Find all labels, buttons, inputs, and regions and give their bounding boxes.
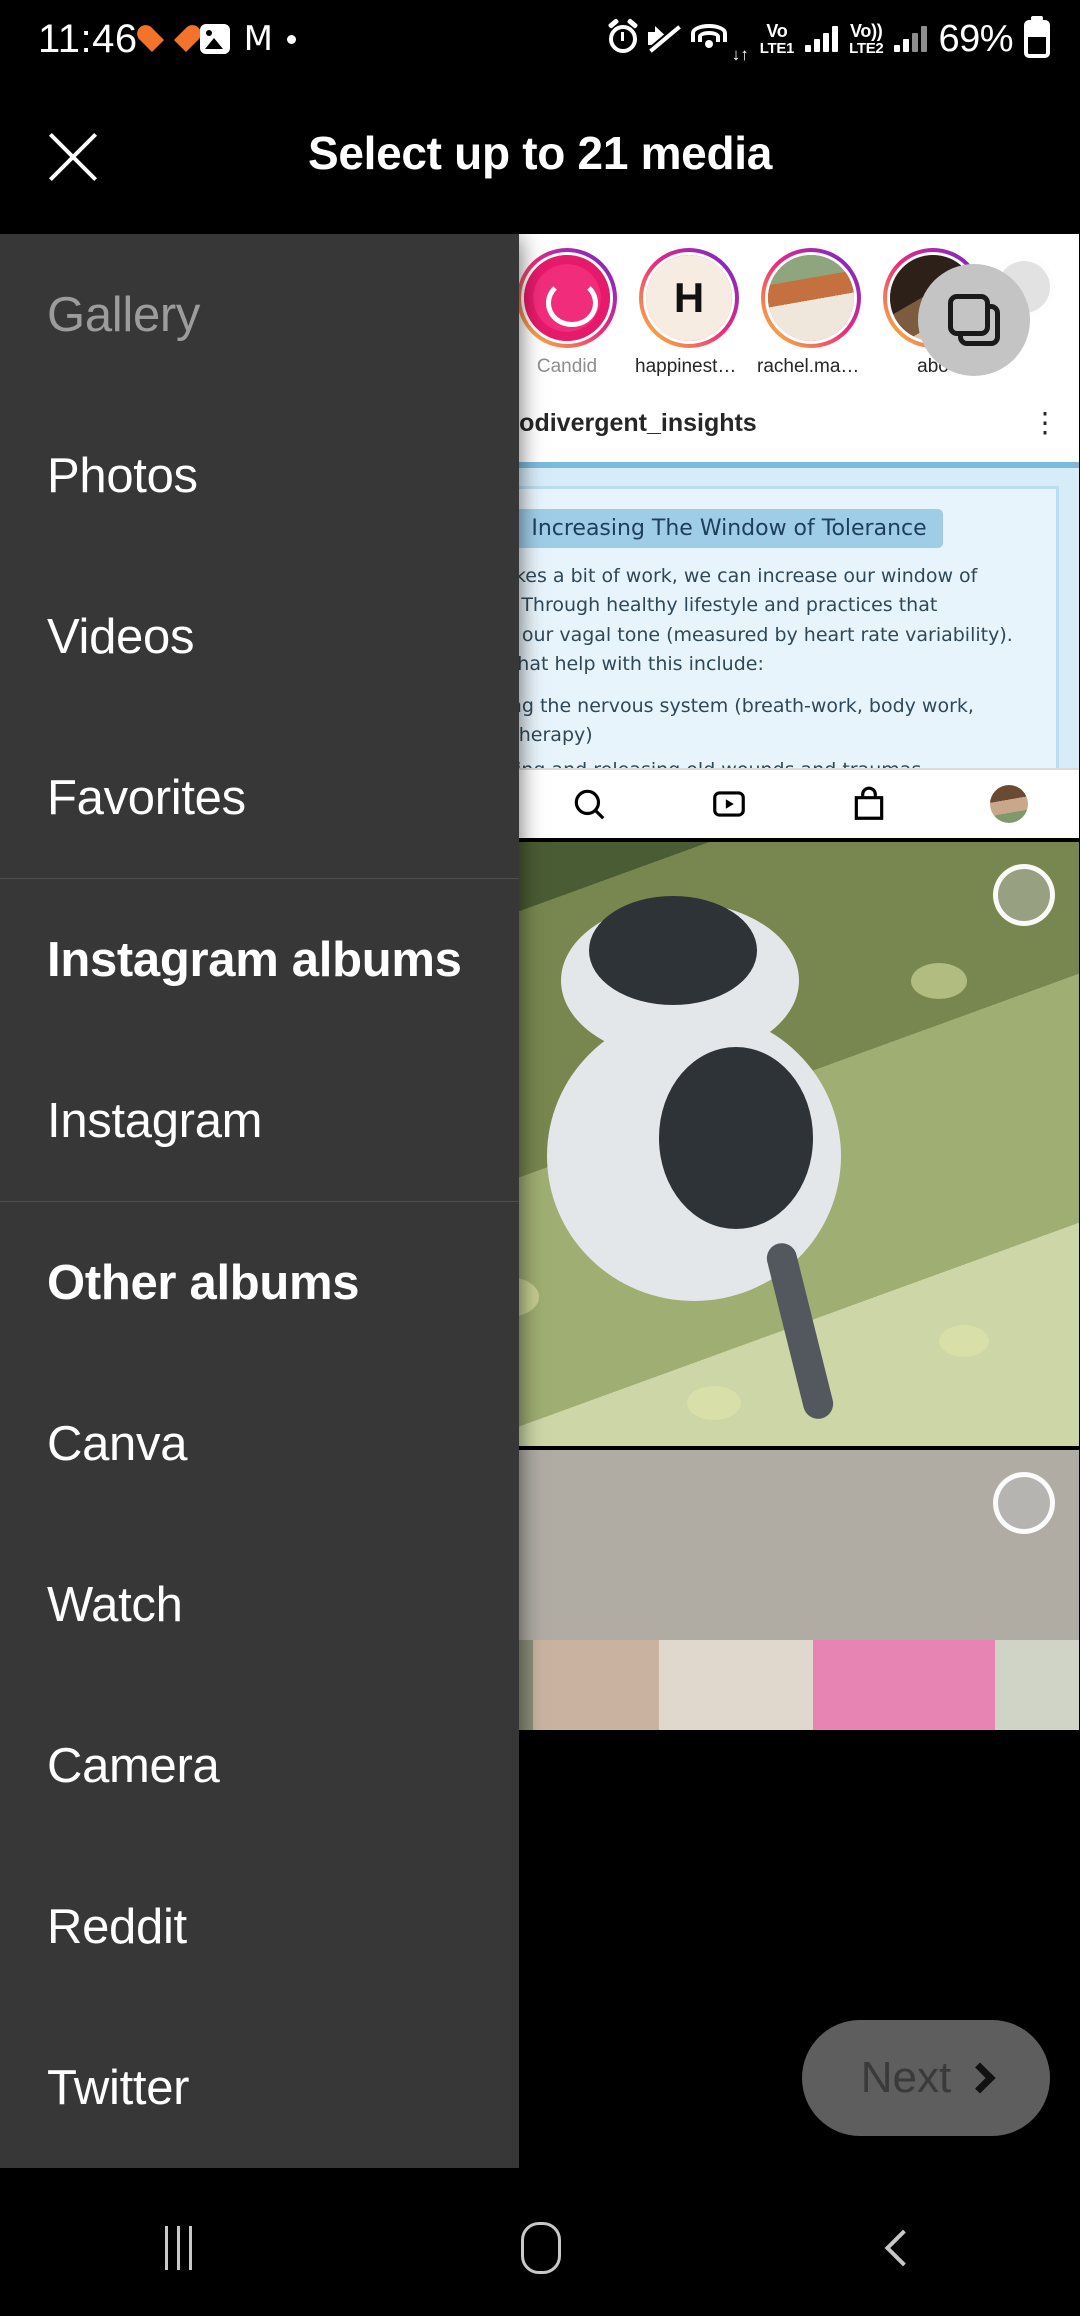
story-label: Candid — [536, 356, 598, 377]
menu-item-gallery[interactable]: Gallery — [0, 234, 519, 395]
network2-top: Vo)) — [850, 20, 883, 41]
network2-bottom: LTE2 — [849, 39, 884, 57]
status-time: 11:46 — [38, 16, 138, 61]
menu-item-reddit[interactable]: Reddit — [0, 1846, 519, 2007]
menu-header-instagram-albums: Instagram albums — [47, 932, 462, 987]
menu-item-photos[interactable]: Photos — [0, 395, 519, 556]
story-label: rachel.maksy — [757, 356, 865, 377]
status-bar-right: ↓↑ Vo LTE1 Vo)) LTE2 69% — [608, 17, 1050, 64]
story-item[interactable]: Candid — [513, 248, 621, 378]
menu-item-instagram[interactable]: Instagram — [0, 1040, 519, 1201]
android-nav-bar[interactable] — [0, 2180, 1080, 2316]
battery-percent: 69% — [938, 17, 1013, 60]
recents-icon[interactable] — [164, 2226, 192, 2270]
home-icon[interactable] — [520, 2222, 561, 2274]
menu-item-favorites[interactable]: Favorites — [0, 717, 519, 878]
post-title: Increasing The Window of Tolerance — [515, 509, 943, 548]
signal-bars-2 — [894, 26, 928, 52]
menu-item-camera[interactable]: Camera — [0, 1685, 519, 1846]
page-title: Select up to 21 media — [307, 127, 773, 179]
reels-icon[interactable] — [710, 785, 748, 823]
photo-icon — [199, 24, 230, 54]
status-bar: 11:46 M ↓↑ Vo LTE1 Vo)) LTE2 69% — [0, 0, 1080, 78]
story-item[interactable]: rachel.maksy — [757, 248, 865, 378]
post-author: neurodivergent_insights — [465, 408, 757, 437]
menu-item-twitter[interactable]: Twitter — [0, 2007, 519, 2168]
status-bar-left: 11:46 M — [38, 17, 296, 62]
menu-header-other-albums: Other albums — [47, 1255, 360, 1310]
selection-checkbox[interactable] — [993, 864, 1055, 926]
avatar[interactable] — [990, 785, 1028, 823]
album-dropdown-menu[interactable]: Gallery Photos Videos Favorites Instagra… — [0, 234, 519, 2168]
signal-bars-1 — [805, 26, 839, 52]
next-button[interactable]: Next — [802, 2020, 1050, 2136]
story-label: happinestne... — [635, 356, 743, 377]
wifi-icon — [690, 24, 727, 54]
post-bullet: Resetting the nervous system (breath-wor… — [444, 692, 1040, 751]
more-options-icon[interactable]: ⋮ — [1031, 409, 1065, 437]
network1-top: Vo — [766, 20, 788, 41]
dot-icon — [286, 34, 296, 44]
shop-icon[interactable] — [850, 785, 888, 823]
search-icon[interactable] — [570, 785, 608, 823]
menu-item-canva[interactable]: Canva — [0, 1363, 519, 1524]
back-icon[interactable] — [884, 2229, 921, 2267]
network1-bottom: LTE1 — [759, 39, 795, 57]
chevron-right-icon — [964, 2062, 996, 2094]
story-item[interactable]: happinestne... — [635, 248, 743, 378]
selection-checkbox[interactable] — [993, 1472, 1055, 1534]
menu-item-videos[interactable]: Videos — [0, 556, 519, 717]
network1-label: Vo LTE1 — [759, 20, 795, 57]
battery-icon — [1024, 20, 1050, 58]
multi-select-icon[interactable] — [918, 264, 1030, 376]
heart-icon — [152, 24, 186, 54]
wifi-transfer-icon: ↓↑ — [731, 44, 749, 64]
alarm-icon — [608, 25, 637, 53]
menu-item-watch[interactable]: Watch — [0, 1524, 519, 1685]
network2-label: Vo)) LTE2 — [849, 20, 884, 57]
mute-icon — [647, 25, 681, 53]
gmail-icon: M — [243, 19, 273, 59]
app-header: Select up to 21 media — [0, 78, 1080, 234]
next-button-label: Next — [860, 2053, 952, 2102]
